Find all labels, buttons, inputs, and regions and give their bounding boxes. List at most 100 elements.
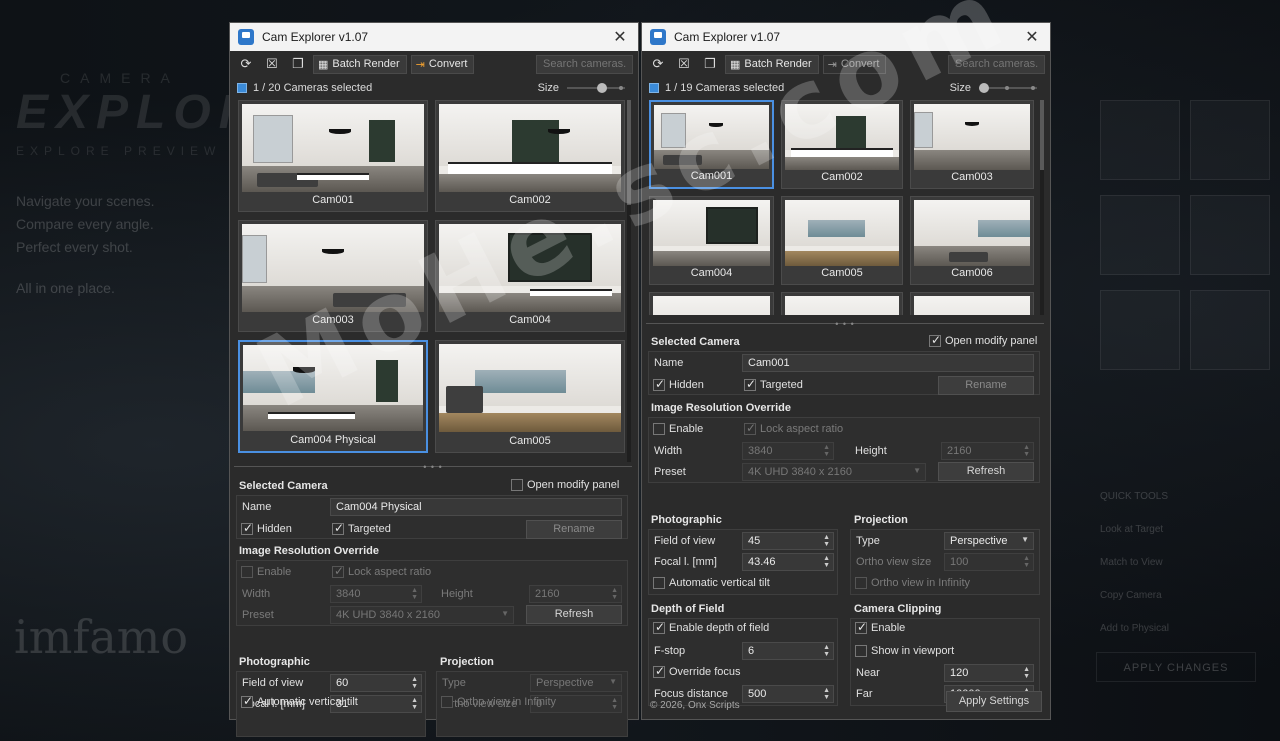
refresh-icon[interactable]: ⟳	[647, 55, 669, 73]
height-field[interactable]: 2160 ▲ ▼	[529, 585, 622, 603]
slider-knob[interactable]	[597, 83, 607, 93]
override-focus-checkbox[interactable]	[653, 664, 665, 678]
camera-thumb-selected[interactable]: Cam001	[649, 100, 774, 189]
clipping-enable-checkbox[interactable]	[855, 620, 867, 634]
batch-render-button[interactable]: ▦ Batch Render	[725, 54, 819, 74]
camera-thumb[interactable]: Cam001	[238, 100, 428, 212]
camera-thumb[interactable]: Cam004	[435, 220, 625, 332]
thumbnail-size-slider[interactable]	[979, 83, 1037, 93]
ortho-inf-checkbox[interactable]	[855, 577, 867, 589]
proj-type-dropdown[interactable]: Perspective ▼	[530, 674, 622, 692]
camera-thumb[interactable]: Cam005	[781, 196, 903, 285]
camera-thumb[interactable]: Cam006	[910, 196, 1034, 285]
ortho-inf-checkbox[interactable]	[441, 696, 453, 708]
fov-value: 60	[336, 677, 349, 689]
preset-dropdown[interactable]: 4K UHD 3840 x 2160 ▼	[330, 606, 514, 624]
resolution-enable-checkbox[interactable]	[653, 423, 665, 435]
auto-tilt-checkbox[interactable]	[653, 577, 665, 589]
select-all-checkbox[interactable]	[237, 83, 247, 93]
camera-thumb[interactable]	[781, 292, 903, 315]
fstop-field[interactable]: 6 ▲ ▼	[742, 642, 834, 660]
splitter[interactable]: • • •	[234, 462, 632, 472]
open-modify-checkbox[interactable]	[929, 333, 941, 347]
targeted-checkbox[interactable]	[332, 521, 344, 535]
select-all-checkbox[interactable]	[649, 83, 659, 93]
camera-grid-scrollbar[interactable]	[627, 100, 631, 462]
bg-quick-tools: QUICK TOOLS Look at Target Match to View…	[1100, 480, 1169, 645]
proj-type-dropdown[interactable]: Perspective ▼	[944, 532, 1034, 550]
camera-name-field[interactable]: Cam004 Physical	[330, 498, 622, 516]
camera-thumb[interactable]: Cam004	[649, 196, 774, 285]
selected-camera-heading: Selected Camera	[239, 480, 328, 492]
thumbnail-size-slider[interactable]	[567, 83, 625, 93]
deselect-icon[interactable]: ☒	[261, 55, 283, 73]
camera-grid: Cam001 Cam002 Cam003 Cam004 Cam004 Physi…	[236, 100, 628, 462]
preset-dropdown[interactable]: 4K UHD 3840 x 2160 ▼	[742, 463, 926, 481]
close-button[interactable]: ✕	[602, 27, 638, 47]
show-viewport-checkbox[interactable]	[855, 645, 867, 657]
dof-enable-checkbox[interactable]	[653, 620, 665, 634]
camera-preview-image	[914, 200, 1030, 266]
close-button[interactable]: ✕	[1014, 27, 1050, 47]
window-title: Cam Explorer v1.07	[674, 30, 781, 44]
bg-tools-title: QUICK TOOLS	[1100, 491, 1168, 502]
camera-name: Cam005	[821, 267, 863, 279]
camera-preview-image	[439, 224, 621, 312]
fov-field[interactable]: 45 ▲ ▼	[742, 532, 834, 550]
height-field[interactable]: 2160 ▲ ▼	[941, 442, 1034, 460]
lock-aspect-checkbox[interactable]	[744, 421, 756, 435]
splitter[interactable]: • • •	[646, 319, 1044, 329]
refresh-button[interactable]: Refresh	[526, 605, 622, 624]
near-field[interactable]: 120 ▲ ▼	[944, 664, 1034, 682]
focal-field[interactable]: 43.46 ▲ ▼	[742, 553, 834, 571]
rename-button[interactable]: Rename	[526, 520, 622, 539]
bg-tagline-2: Compare every angle.	[16, 216, 154, 232]
convert-button[interactable]: ⇥ Convert	[822, 54, 887, 74]
width-field[interactable]: 3840 ▲ ▼	[742, 442, 834, 460]
auto-tilt-checkbox[interactable]	[241, 694, 253, 708]
search-input[interactable]	[948, 54, 1045, 74]
camera-thumb-selected[interactable]: Cam004 Physical	[238, 340, 428, 453]
camera-thumb[interactable]	[649, 292, 774, 315]
refresh-button[interactable]: Refresh	[938, 462, 1034, 481]
camera-thumb[interactable]: Cam003	[238, 220, 428, 332]
camera-thumb[interactable]	[910, 292, 1034, 315]
fov-label: Field of view	[654, 535, 716, 547]
camera-thumb[interactable]: Cam002	[781, 100, 903, 189]
camera-grid-scrollbar[interactable]	[1040, 100, 1044, 315]
copy-icon[interactable]: ❐	[699, 55, 721, 73]
targeted-checkbox[interactable]	[744, 377, 756, 391]
deselect-icon[interactable]: ☒	[673, 55, 695, 73]
show-viewport-label: Show in viewport	[871, 645, 955, 657]
camera-thumb[interactable]: Cam003	[910, 100, 1034, 189]
lock-aspect-checkbox[interactable]	[332, 564, 344, 578]
camera-thumb[interactable]: Cam005	[435, 340, 625, 453]
slider-knob[interactable]	[979, 83, 989, 93]
resolution-enable-checkbox[interactable]	[241, 566, 253, 578]
bg-tool: Add to Physical	[1100, 623, 1169, 634]
lock-aspect-label: Lock aspect ratio	[760, 423, 844, 435]
selected-camera-panel: Selected Camera Open modify panel Name C…	[236, 475, 628, 737]
convert-button[interactable]: ⇥ Convert	[410, 54, 475, 74]
near-value: 120	[950, 667, 969, 679]
open-modify-checkbox[interactable]	[511, 479, 523, 491]
convert-icon: ⇥	[827, 58, 837, 71]
ortho-size-field[interactable]: 100 ▲ ▼	[944, 553, 1034, 571]
fov-field[interactable]: 60 ▲ ▼	[330, 674, 422, 692]
auto-tilt-label: Automatic vertical tilt	[257, 696, 358, 708]
batch-render-button[interactable]: ▦ Batch Render	[313, 54, 407, 74]
camera-name-field[interactable]: Cam001	[742, 354, 1034, 372]
camera-thumb[interactable]: Cam002	[435, 100, 625, 212]
hidden-checkbox[interactable]	[653, 377, 665, 391]
focus-distance-field[interactable]: 500 ▲ ▼	[742, 685, 834, 703]
hidden-checkbox[interactable]	[241, 521, 253, 535]
bg-tagline-1: Navigate your scenes.	[16, 193, 155, 209]
width-field[interactable]: 3840 ▲ ▼	[330, 585, 422, 603]
camera-name: Cam001	[690, 170, 733, 182]
search-input[interactable]	[536, 54, 633, 74]
copy-icon[interactable]: ❐	[287, 55, 309, 73]
refresh-icon[interactable]: ⟳	[235, 55, 257, 73]
apply-settings-button[interactable]: Apply Settings	[946, 691, 1042, 712]
open-modify-label: Open modify panel	[527, 479, 620, 491]
rename-button[interactable]: Rename	[938, 376, 1034, 395]
